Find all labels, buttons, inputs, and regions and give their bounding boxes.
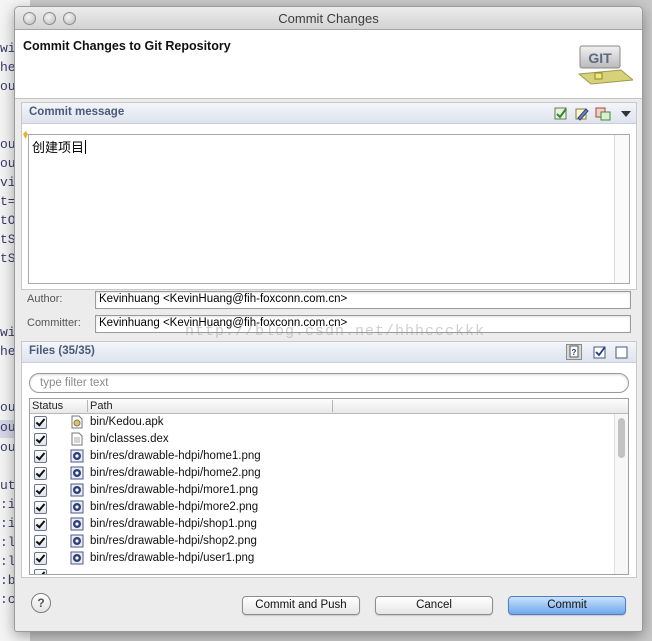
status-checkbox[interactable] xyxy=(34,501,47,514)
status-checkbox[interactable] xyxy=(34,518,47,531)
status-checkbox[interactable] xyxy=(34,416,47,429)
select-all-icon[interactable] xyxy=(592,344,608,360)
files-table: Status Path bin/Kedou.apk bin/classes.de… xyxy=(29,398,629,575)
table-row[interactable]: bin/res/drawable-hdpi/home2.png xyxy=(30,465,614,482)
apk-file-icon xyxy=(71,415,83,429)
status-checkbox[interactable] xyxy=(34,535,47,548)
table-row[interactable]: bin/res/drawable-hdpi/more2.png xyxy=(30,499,614,516)
status-checkbox[interactable] xyxy=(34,467,47,480)
file-path: bin/res/drawable-hdpi/user1.png xyxy=(90,552,255,564)
chevron-down-icon[interactable] xyxy=(618,106,634,122)
table-header: Status Path xyxy=(30,399,628,414)
commit-changes-dialog: Commit Changes Commit Changes to Git Rep… xyxy=(14,6,643,632)
file-path: bin/res/drawable-hdpi/shop2.png xyxy=(90,535,257,547)
image-file-icon xyxy=(70,534,84,548)
table-row[interactable]: bin/res/drawable-hdpi/user1.png xyxy=(30,550,614,567)
amend-commit-icon[interactable] xyxy=(574,105,590,121)
window-title: Commit Changes xyxy=(278,11,379,26)
add-change-id-icon[interactable] xyxy=(595,105,611,121)
status-checkbox[interactable] xyxy=(34,569,47,574)
file-path: bin/res/drawable-hdpi/home2.png xyxy=(90,467,261,479)
file-path: bin/classes.dex xyxy=(90,433,169,445)
page-title: Commit Changes to Git Repository xyxy=(23,39,231,53)
committer-field[interactable]: Kevinhuang <KevinHuang@fih-foxconn.com.c… xyxy=(95,315,631,333)
add-signed-off-icon[interactable] xyxy=(553,105,569,121)
column-divider xyxy=(87,400,88,412)
table-row[interactable]: bin/res/drawable-hdpi/shop2.png xyxy=(30,533,614,550)
scrollbar-thumb[interactable] xyxy=(618,418,625,458)
table-row[interactable]: bin/res/drawable-hdpi/more1.png xyxy=(30,482,614,499)
image-file-icon xyxy=(70,517,84,531)
git-logo-icon: GIT xyxy=(577,45,633,85)
column-header-path[interactable]: Path xyxy=(90,400,113,412)
commit-message-section: Commit message 创建项目 xyxy=(21,102,637,290)
commit-and-push-button[interactable]: Commit and Push xyxy=(242,596,360,615)
commit-message-header: Commit message xyxy=(22,103,636,124)
file-path: bin/res/drawable-hdpi/shop1.png xyxy=(90,518,257,530)
committer-value: Kevinhuang <KevinHuang@fih-foxconn.com.c… xyxy=(99,317,348,329)
status-checkbox[interactable] xyxy=(34,433,47,446)
table-row[interactable]: bin/Kedou.apk xyxy=(30,414,614,431)
status-checkbox[interactable] xyxy=(34,552,47,565)
image-file-icon xyxy=(70,483,84,497)
file-path: bin/res/drawable-hdpi/more1.png xyxy=(90,484,259,496)
table-row[interactable]: bin/res/drawable-hdpi/home1.png xyxy=(30,448,614,465)
image-file-icon xyxy=(70,500,84,514)
files-header: Files (35/35) ? xyxy=(22,342,636,363)
files-table-scrollbar[interactable] xyxy=(614,414,628,574)
status-checkbox[interactable] xyxy=(34,450,47,463)
column-header-status[interactable]: Status xyxy=(32,400,63,412)
author-field[interactable]: Kevinhuang <KevinHuang@fih-foxconn.com.c… xyxy=(95,291,631,309)
author-label: Author: xyxy=(27,293,63,305)
file-filter-input[interactable] xyxy=(40,375,610,390)
file-filter-field[interactable] xyxy=(29,373,629,393)
commit-message-text: 创建项目 xyxy=(32,137,86,156)
table-row-partial[interactable] xyxy=(30,567,614,574)
svg-text:?: ? xyxy=(572,348,577,357)
column-divider xyxy=(332,400,333,412)
file-path: bin/res/drawable-hdpi/home1.png xyxy=(90,450,261,462)
file-path: bin/res/drawable-hdpi/more2.png xyxy=(90,501,259,513)
table-row[interactable]: bin/classes.dex xyxy=(30,431,614,448)
author-value: Kevinhuang <KevinHuang@fih-foxconn.com.c… xyxy=(99,293,348,305)
file-path: bin/Kedou.apk xyxy=(90,416,164,428)
table-row[interactable]: bin/res/drawable-hdpi/shop1.png xyxy=(30,516,614,533)
dialog-header: Commit Changes to Git Repository GIT xyxy=(15,30,642,99)
image-file-icon xyxy=(70,466,84,480)
cancel-button[interactable]: Cancel xyxy=(375,596,493,615)
commit-message-input[interactable]: 创建项目 xyxy=(28,134,630,284)
show-untracked-icon[interactable]: ? xyxy=(566,344,582,360)
commit-message-scrollbar[interactable] xyxy=(614,135,629,283)
image-file-icon xyxy=(70,449,84,463)
commit-button[interactable]: Commit xyxy=(508,596,626,615)
committer-label: Committer: xyxy=(27,317,81,329)
status-checkbox[interactable] xyxy=(34,484,47,497)
git-logo-text: GIT xyxy=(588,50,612,66)
title-bar: Commit Changes xyxy=(15,7,642,30)
deselect-all-icon[interactable] xyxy=(614,344,630,360)
help-button[interactable]: ? xyxy=(31,593,51,613)
image-file-icon xyxy=(70,551,84,565)
commit-message-title: Commit message xyxy=(29,106,125,118)
file-icon xyxy=(71,432,83,446)
files-title: Files (35/35) xyxy=(29,345,95,357)
